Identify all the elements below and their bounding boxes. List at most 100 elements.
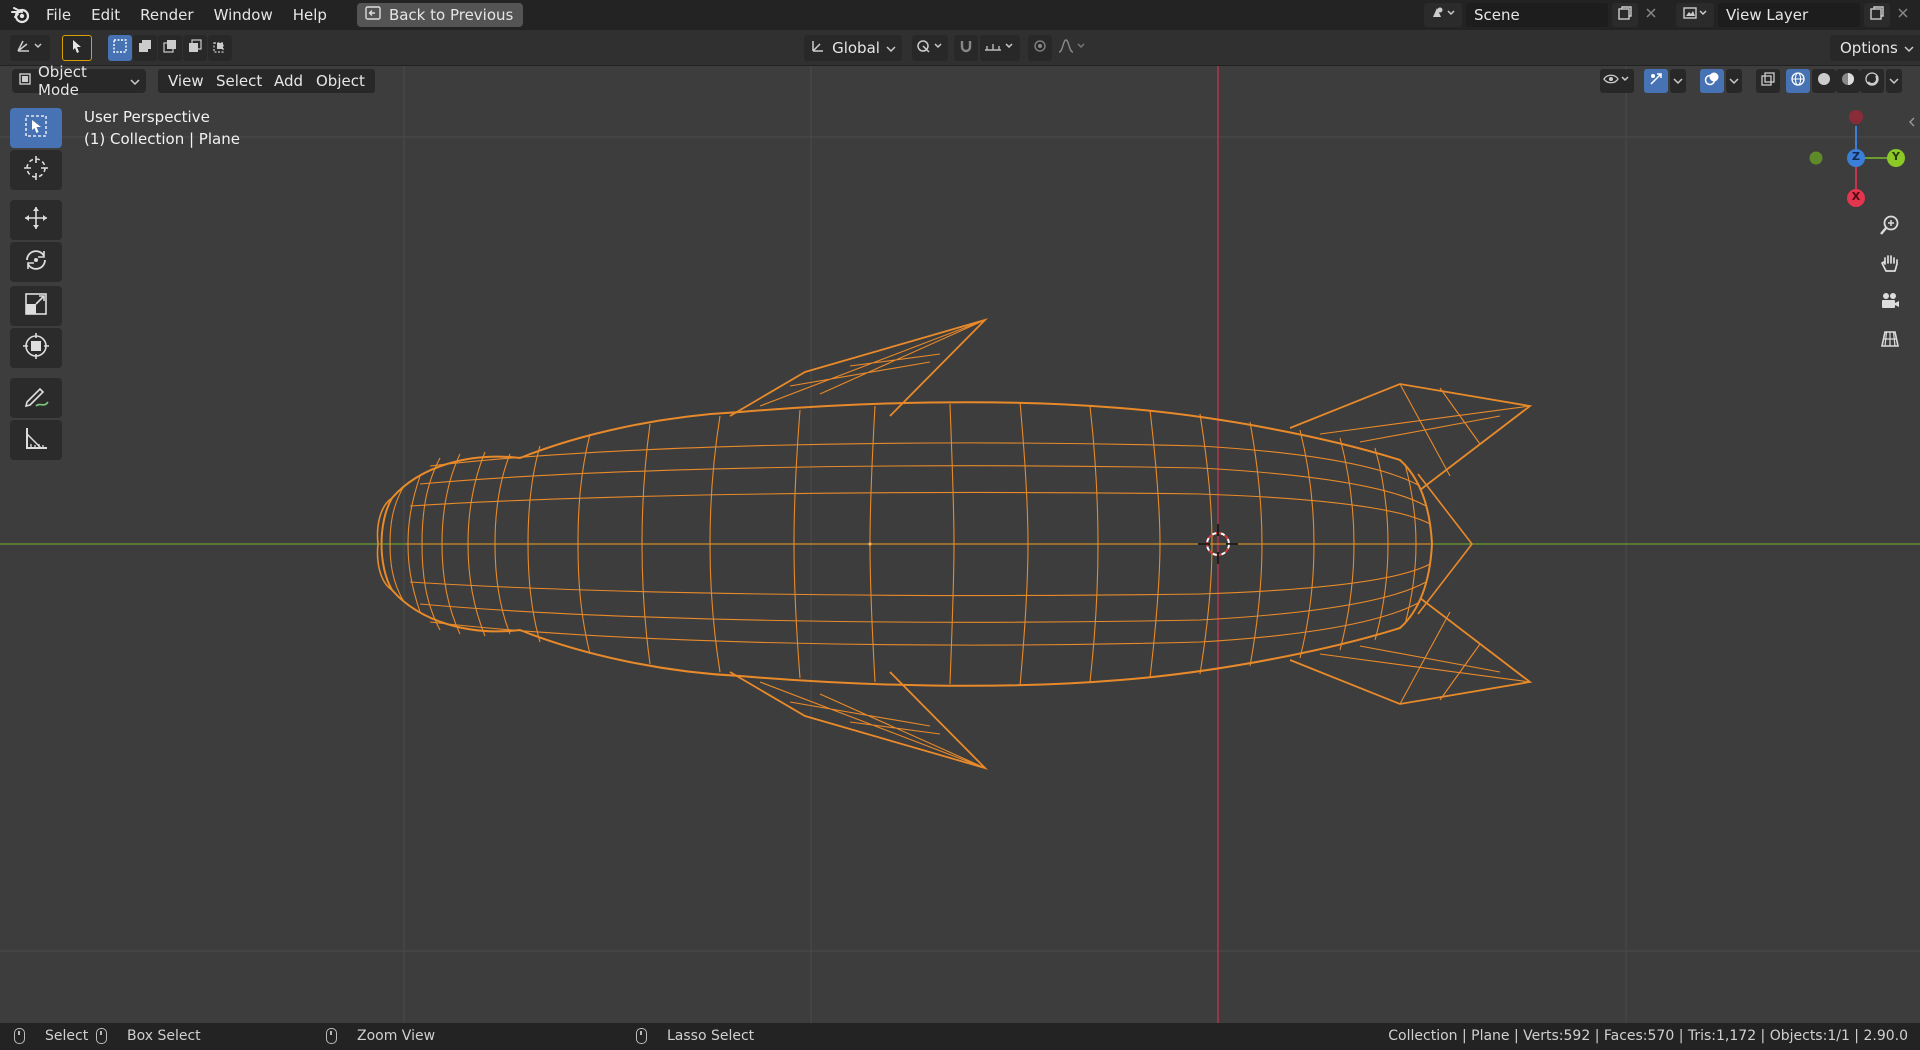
snap-increment-icon bbox=[983, 38, 1017, 58]
back-to-previous-label: Back to Previous bbox=[388, 6, 514, 24]
view-layer-icon bbox=[1682, 5, 1708, 25]
pencil-icon bbox=[22, 382, 50, 414]
object-mode-select[interactable]: Object Mode bbox=[12, 63, 146, 99]
scene-name-field[interactable]: Scene bbox=[1466, 3, 1608, 27]
menu-render[interactable]: Render bbox=[130, 0, 203, 30]
object-mode-icon bbox=[18, 72, 32, 90]
select-invert-icon bbox=[187, 38, 203, 58]
snap-toggle[interactable] bbox=[954, 35, 978, 61]
blender-logo-icon[interactable] bbox=[6, 0, 36, 30]
viewport-header: Object Mode View Select Add Object bbox=[0, 63, 1920, 127]
select-mode-new-button[interactable] bbox=[108, 35, 132, 61]
cursor-3d-icon bbox=[22, 154, 50, 186]
hand-icon bbox=[1879, 252, 1901, 278]
overlays-toggle[interactable] bbox=[1700, 69, 1724, 93]
menu-window[interactable]: Window bbox=[204, 0, 283, 30]
eye-icon bbox=[1603, 72, 1631, 90]
wireframe-sphere-icon bbox=[1790, 71, 1806, 91]
status-box-select-label: Box Select bbox=[127, 1028, 201, 1044]
top-menu-bar: File Edit Render Window Help Back to Pre… bbox=[0, 0, 1920, 30]
scale-icon bbox=[22, 290, 50, 322]
tool-scale[interactable] bbox=[10, 286, 62, 326]
pan-button[interactable] bbox=[1872, 248, 1908, 282]
view-layer-browse-button[interactable] bbox=[1676, 3, 1714, 27]
mouse-right-icon bbox=[636, 1028, 647, 1044]
gizmo-y-label: Y bbox=[1892, 150, 1900, 163]
grid-perspective-icon bbox=[1879, 328, 1901, 354]
scene-selector-group: Scene View Layer bbox=[1424, 0, 1920, 30]
tool-transform[interactable] bbox=[10, 328, 62, 368]
select-mode-intersect-button[interactable] bbox=[208, 35, 232, 61]
options-dropdown[interactable]: Options bbox=[1830, 35, 1920, 61]
viewport-menu-select[interactable]: Select bbox=[206, 69, 273, 93]
chevron-down-icon bbox=[1904, 39, 1914, 57]
proportional-editing-icon bbox=[1032, 38, 1048, 58]
ortho-toggle-button[interactable] bbox=[1872, 324, 1908, 358]
active-collection-label: (1) Collection | Plane bbox=[84, 130, 240, 148]
visibility-select[interactable] bbox=[1600, 69, 1634, 93]
duplicate-icon bbox=[1617, 5, 1633, 25]
select-mode-invert-button[interactable] bbox=[183, 35, 207, 61]
gizmo-options-dropdown[interactable] bbox=[1670, 69, 1686, 93]
transform-orientation-select[interactable]: Global bbox=[804, 35, 902, 61]
status-hint-select: Select bbox=[14, 1028, 88, 1044]
overlays-options-dropdown[interactable] bbox=[1726, 69, 1742, 93]
xray-toggle[interactable] bbox=[1756, 69, 1780, 93]
scene-browse-button[interactable] bbox=[1424, 3, 1462, 27]
rotate-icon bbox=[22, 246, 50, 278]
status-lasso-label: Lasso Select bbox=[667, 1028, 755, 1044]
select-subtract-icon bbox=[162, 38, 178, 58]
close-icon bbox=[1897, 7, 1909, 23]
tool-cursor[interactable] bbox=[10, 150, 62, 190]
camera-view-button[interactable] bbox=[1872, 286, 1908, 320]
ruler-icon bbox=[22, 424, 50, 456]
menu-file[interactable]: File bbox=[36, 0, 81, 30]
tool-annotate[interactable] bbox=[10, 378, 62, 418]
menu-help[interactable]: Help bbox=[283, 0, 337, 30]
shading-options-dropdown[interactable] bbox=[1886, 69, 1902, 93]
sidebar-toggle[interactable] bbox=[1906, 112, 1918, 136]
snap-target-select[interactable] bbox=[980, 35, 1020, 61]
zoom-button[interactable] bbox=[1872, 210, 1908, 244]
select-new-icon bbox=[112, 38, 128, 58]
view-layer-delete-button[interactable] bbox=[1890, 3, 1916, 27]
xray-icon bbox=[1760, 71, 1776, 91]
transform-icon bbox=[22, 332, 50, 364]
status-hint-zoom: Zoom View bbox=[326, 1028, 435, 1044]
shading-material-button[interactable] bbox=[1836, 69, 1860, 93]
select-mode-subtract-button[interactable] bbox=[158, 35, 182, 61]
tool-header: Global Options bbox=[0, 30, 1920, 66]
mouse-left-icon bbox=[14, 1028, 25, 1044]
view-layer-new-button[interactable] bbox=[1864, 3, 1890, 27]
orientation-icon bbox=[810, 38, 826, 58]
tool-rotate[interactable] bbox=[10, 242, 62, 282]
menu-edit[interactable]: Edit bbox=[81, 0, 130, 30]
active-tool-button[interactable] bbox=[62, 35, 92, 61]
3d-viewport[interactable]: User Perspective (1) Collection | Plane … bbox=[0, 66, 1920, 1023]
gizmo-x-label: X bbox=[1851, 190, 1861, 203]
scene-statistics: Collection | Plane | Verts:592 | Faces:5… bbox=[1388, 1028, 1908, 1044]
duplicate-icon bbox=[1869, 5, 1885, 25]
tool-select-box[interactable] bbox=[10, 108, 62, 148]
back-to-previous-button[interactable]: Back to Previous bbox=[356, 3, 524, 27]
proportional-editing-toggle[interactable] bbox=[1028, 35, 1052, 61]
move-arrows-icon bbox=[22, 204, 50, 236]
shading-rendered-button[interactable] bbox=[1860, 69, 1884, 93]
back-icon bbox=[365, 6, 381, 24]
shading-wireframe-button[interactable] bbox=[1786, 69, 1810, 93]
status-select-label: Select bbox=[45, 1028, 89, 1044]
status-hint-box-select: Box Select bbox=[96, 1028, 201, 1044]
editor-type-button[interactable] bbox=[10, 35, 50, 61]
view-layer-name-field[interactable]: View Layer bbox=[1718, 3, 1860, 27]
scene-new-button[interactable] bbox=[1612, 3, 1638, 27]
scene-delete-button[interactable] bbox=[1638, 3, 1664, 27]
pivot-point-select[interactable] bbox=[912, 35, 948, 61]
shading-solid-button[interactable] bbox=[1812, 69, 1836, 93]
proportional-falloff-select[interactable] bbox=[1054, 35, 1090, 61]
tool-measure[interactable] bbox=[10, 420, 62, 460]
tool-move[interactable] bbox=[10, 200, 62, 240]
camera-icon bbox=[1879, 290, 1901, 316]
viewport-menu-object[interactable]: Object bbox=[306, 69, 375, 93]
select-mode-extend-button[interactable] bbox=[133, 35, 157, 61]
gizmo-toggle[interactable] bbox=[1644, 69, 1668, 93]
